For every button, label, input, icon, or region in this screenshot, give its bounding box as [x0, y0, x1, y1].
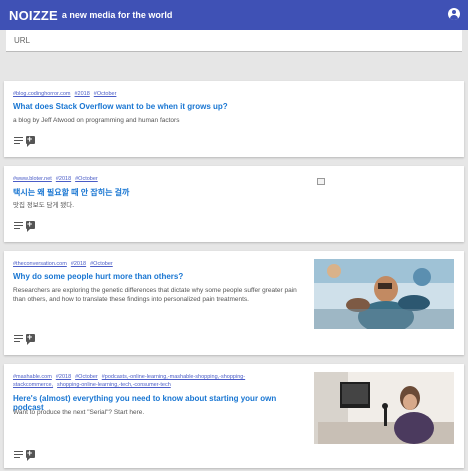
add-comment-icon[interactable]: [26, 218, 35, 232]
article-tags: #www.bloter.net #2018 #October: [13, 175, 308, 183]
tag-link[interactable]: #2018: [71, 261, 86, 267]
tag-link[interactable]: #theconversation.com: [13, 261, 67, 267]
tag-link[interactable]: #2018: [56, 176, 71, 182]
tag-link[interactable]: #October: [90, 261, 113, 267]
notes-icon[interactable]: [14, 334, 23, 342]
tag-link[interactable]: shopping-online-learning,-tech,-consumer…: [57, 382, 171, 388]
article-description: 맛집 정보도 담게 됐다.: [13, 202, 75, 209]
account-circle-icon[interactable]: [448, 8, 460, 20]
article-tags: #blog.codinghorror.com #2018 #October: [13, 90, 308, 98]
add-comment-icon[interactable]: [26, 447, 35, 461]
notes-icon[interactable]: [14, 136, 23, 144]
tag-link[interactable]: #2018: [74, 91, 89, 97]
article-thumbnail-broken[interactable]: [317, 178, 325, 185]
tag-link[interactable]: #www.bloter.net: [13, 176, 52, 182]
tag-link[interactable]: #October: [75, 176, 98, 182]
tag-link[interactable]: #mashable.com: [13, 374, 52, 380]
url-placeholder: URL: [14, 36, 31, 45]
article-title[interactable]: Why do some people hurt more than others…: [13, 272, 308, 281]
article-card: #theconversation.com #2018 #October Why do…: [4, 251, 464, 355]
notes-icon[interactable]: [14, 450, 23, 458]
article-thumbnail[interactable]: [314, 259, 454, 329]
article-description: Want to produce the next "Serial"? Start…: [13, 409, 145, 416]
article-description: Researchers are exploring the genetic di…: [13, 287, 297, 303]
add-comment-icon[interactable]: [26, 133, 35, 147]
article-title[interactable]: What does Stack Overflow want to be when…: [13, 102, 308, 111]
article-thumbnail[interactable]: [314, 372, 454, 444]
tag-link[interactable]: #blog.codinghorror.com: [13, 91, 70, 97]
brand-logo[interactable]: NOIZZE: [9, 8, 58, 23]
article-description: a blog by Jeff Atwood on programming and…: [13, 117, 180, 124]
article-tags: #theconversation.com #2018 #October: [13, 260, 308, 268]
article-card: #blog.codinghorror.com #2018 #October What…: [4, 81, 464, 157]
article-tags: #mashable.com #2018 #October #podcasts,-onl…: [13, 373, 308, 389]
tag-link[interactable]: #October: [94, 91, 117, 97]
article-card: #mashable.com #2018 #October #podcasts,-onl…: [4, 364, 464, 468]
tag-link[interactable]: #2018: [56, 374, 71, 380]
app-header: NOIZZE a new media for the world: [0, 0, 468, 30]
tag-link[interactable]: #October: [75, 374, 98, 380]
article-card: #www.bloter.net #2018 #October 택시는 왜 필요할 때…: [4, 166, 464, 242]
notes-icon[interactable]: [14, 221, 23, 229]
article-title[interactable]: 택시는 왜 필요할 때 안 잡히는 걸까: [13, 187, 308, 198]
add-comment-icon[interactable]: [26, 331, 35, 345]
url-input[interactable]: URL: [6, 30, 462, 52]
brand-tagline: a new media for the world: [61, 10, 173, 20]
